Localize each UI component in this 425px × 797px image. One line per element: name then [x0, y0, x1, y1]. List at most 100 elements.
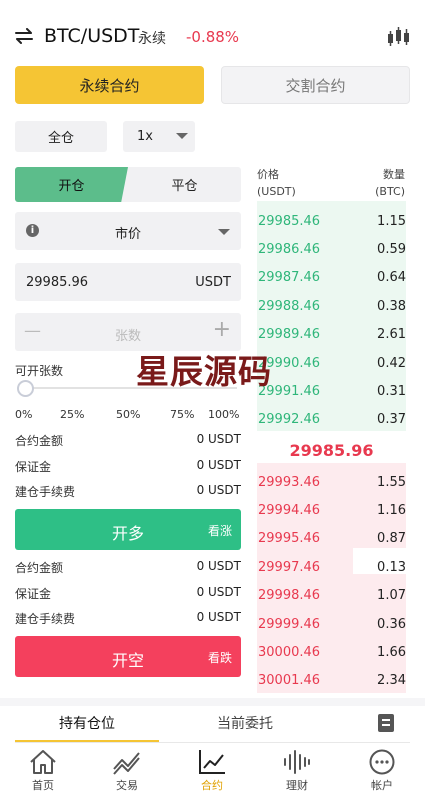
bid-row[interactable]: 29989.46 2.61 — [257, 321, 406, 349]
tab-perpetual[interactable]: 永续合约 — [15, 66, 204, 104]
nav-contract[interactable]: 合约 — [182, 749, 242, 793]
fee-label: 建仓手续费 — [15, 612, 76, 626]
margin-mode-select[interactable]: 全仓 — [15, 121, 107, 152]
bullish-tag: 看涨 — [207, 524, 232, 538]
bid-row[interactable]: 29986.46 0.59 — [257, 235, 406, 263]
pair-title[interactable]: BTC/USDT — [44, 25, 139, 47]
orderbook-qty: 0.59 — [377, 241, 406, 257]
orderbook-price-header: 价格 (USDT) — [257, 166, 296, 200]
ask-row[interactable]: 29997.46 0.13 — [257, 553, 406, 581]
bid-row[interactable]: 29992.46 0.37 — [257, 406, 406, 434]
orderbook-price: 29998.46 — [258, 588, 321, 604]
nav-home[interactable]: 首页 — [13, 749, 73, 793]
orderbook-qty: 0.36 — [377, 616, 406, 632]
last-price: 29985.96 — [289, 441, 374, 460]
orderbook-price: 29989.46 — [258, 327, 321, 343]
margin-value: 0 USDT — [196, 458, 241, 472]
orderbook-price: 30001.46 — [258, 673, 321, 689]
nav-contract-label: 合约 — [201, 779, 223, 792]
orderbook-qty: 0.87 — [377, 531, 406, 547]
section-divider — [0, 698, 425, 706]
tab-delivery[interactable]: 交割合约 — [221, 66, 410, 104]
orderbook-qty: 0.38 — [377, 298, 406, 314]
orderbook-qty: 0.13 — [377, 559, 406, 575]
open-short-button[interactable]: 开空 看跌 — [15, 636, 241, 677]
ask-row[interactable]: 30000.46 1.66 — [257, 638, 406, 666]
bid-row[interactable]: 29987.46 0.64 — [257, 264, 406, 292]
slider-marks: 0% 25% 50% 75% 100% — [15, 408, 243, 424]
ask-row[interactable]: 30001.46 2.34 — [257, 667, 406, 695]
slider-mark[interactable]: 100% — [208, 408, 239, 421]
open-long-button[interactable]: 开多 看涨 — [15, 509, 241, 550]
nav-trade-label: 交易 — [116, 779, 138, 792]
orderbook-qty: 0.64 — [377, 270, 406, 286]
orderbook-price: 29995.46 — [258, 531, 321, 547]
contract-amount-value: 0 USDT — [196, 559, 241, 573]
swap-icon[interactable] — [14, 28, 34, 44]
chevron-down-icon — [218, 229, 230, 235]
orderbook-qty-header: 数量 (BTC) — [375, 166, 405, 200]
order-type-select[interactable]: i 市价 — [15, 212, 241, 250]
bid-row[interactable]: 29991.46 0.31 — [257, 377, 406, 405]
wave-icon — [284, 750, 310, 774]
tab-positions[interactable]: 持有仓位 — [15, 706, 159, 742]
tab-open[interactable]: 开仓 — [15, 167, 128, 202]
nav-trade[interactable]: 交易 — [97, 749, 157, 793]
ask-row[interactable]: 29995.46 0.87 — [257, 525, 406, 553]
slider-mark[interactable]: 0% — [15, 408, 32, 421]
slider-mark[interactable]: 75% — [170, 408, 194, 421]
price-unit: USDT — [195, 275, 231, 290]
chart-icon — [199, 750, 225, 774]
nav-finance-label: 理财 — [286, 779, 308, 792]
bid-row[interactable]: 29988.46 0.38 — [257, 292, 406, 320]
price-input[interactable]: 29985.96 USDT — [15, 263, 241, 301]
price-header-unit: (USDT) — [257, 185, 296, 198]
nav-account-label: 帐户 — [371, 779, 393, 792]
slider-mark[interactable]: 25% — [60, 408, 84, 421]
margin-label: 保证金 — [15, 587, 52, 601]
orderbook-qty: 1.66 — [377, 644, 406, 660]
margin-value: 0 USDT — [196, 585, 241, 599]
tab-close-label: 平仓 — [171, 179, 198, 194]
watermark-text: 星辰源码 — [136, 352, 272, 391]
fee-value: 0 USDT — [196, 483, 241, 497]
orderbook-price: 29997.46 — [258, 559, 321, 575]
contract-amount-label: 合约金额 — [15, 434, 64, 448]
bid-row[interactable]: 29990.46 0.42 — [257, 349, 406, 377]
leverage-select[interactable]: 1x — [123, 121, 195, 152]
slider-mark[interactable]: 50% — [116, 408, 140, 421]
slider-handle[interactable] — [17, 380, 34, 397]
plus-icon[interactable]: + — [213, 317, 231, 342]
nav-account[interactable]: 帐户 — [352, 749, 412, 793]
tab-positions-label: 持有仓位 — [59, 716, 115, 732]
tab-open-orders-label: 当前委托 — [217, 716, 273, 732]
ask-row[interactable]: 29994.46 1.16 — [257, 496, 406, 524]
available-label: 可开张数 — [15, 364, 64, 378]
document-icon[interactable] — [378, 714, 394, 732]
contract-type-label: 永续 — [138, 31, 166, 47]
ask-row[interactable]: 29999.46 0.36 — [257, 610, 406, 638]
price-header-label: 价格 — [257, 168, 279, 181]
nav-home-label: 首页 — [32, 779, 54, 792]
nav-finance[interactable]: 理财 — [267, 749, 327, 793]
orderbook-price: 29999.46 — [258, 616, 321, 632]
margin-label: 保证金 — [15, 460, 52, 474]
account-icon — [369, 749, 395, 775]
price-change: -0.88% — [186, 28, 240, 46]
orderbook-price: 29994.46 — [258, 502, 321, 518]
orderbook-qty: 1.16 — [377, 502, 406, 518]
orderbook-price: 30000.46 — [258, 644, 321, 660]
ask-row[interactable]: 29998.46 1.07 — [257, 582, 406, 610]
tab-close[interactable]: 平仓 — [128, 167, 241, 202]
orderbook-qty: 2.34 — [377, 673, 406, 689]
candlestick-icon[interactable] — [386, 26, 412, 48]
tab-open-orders[interactable]: 当前委托 — [170, 706, 320, 742]
leverage-value: 1x — [137, 129, 153, 144]
bid-row[interactable]: 29985.46 1.15 — [257, 207, 406, 235]
orderbook-qty: 1.15 — [377, 213, 406, 229]
fee-value: 0 USDT — [196, 610, 241, 624]
quantity-placeholder: 张数 — [114, 329, 141, 344]
contract-amount-value: 0 USDT — [196, 432, 241, 446]
ask-row[interactable]: 29993.46 1.55 — [257, 468, 406, 496]
orderbook-qty: 0.37 — [377, 412, 406, 428]
